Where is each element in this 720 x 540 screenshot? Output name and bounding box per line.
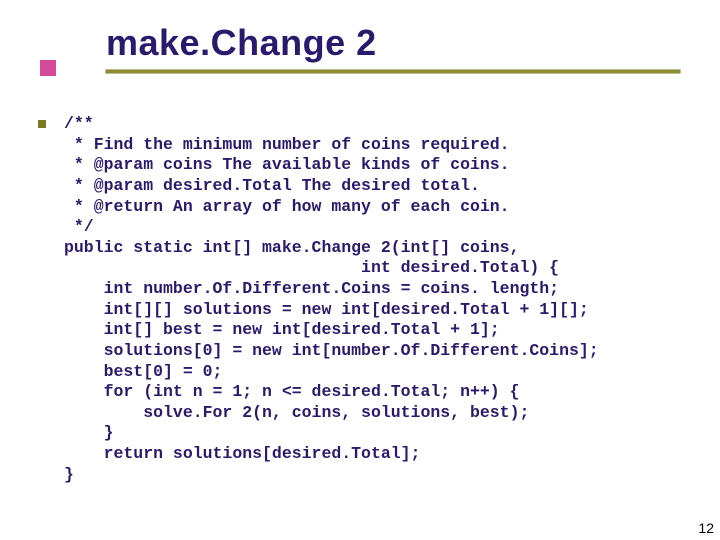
title-block: make.Change 2	[106, 22, 680, 73]
body: /** * Find the minimum number of coins r…	[38, 114, 692, 485]
slide: make.Change 2 /** * Find the minimum num…	[0, 0, 720, 540]
slide-title: make.Change 2	[106, 22, 680, 64]
page-number: 12	[698, 520, 714, 536]
accent-square-icon	[40, 60, 56, 76]
bullet-icon	[38, 120, 46, 128]
code-block: /** * Find the minimum number of coins r…	[64, 114, 692, 485]
title-underline	[106, 70, 680, 73]
